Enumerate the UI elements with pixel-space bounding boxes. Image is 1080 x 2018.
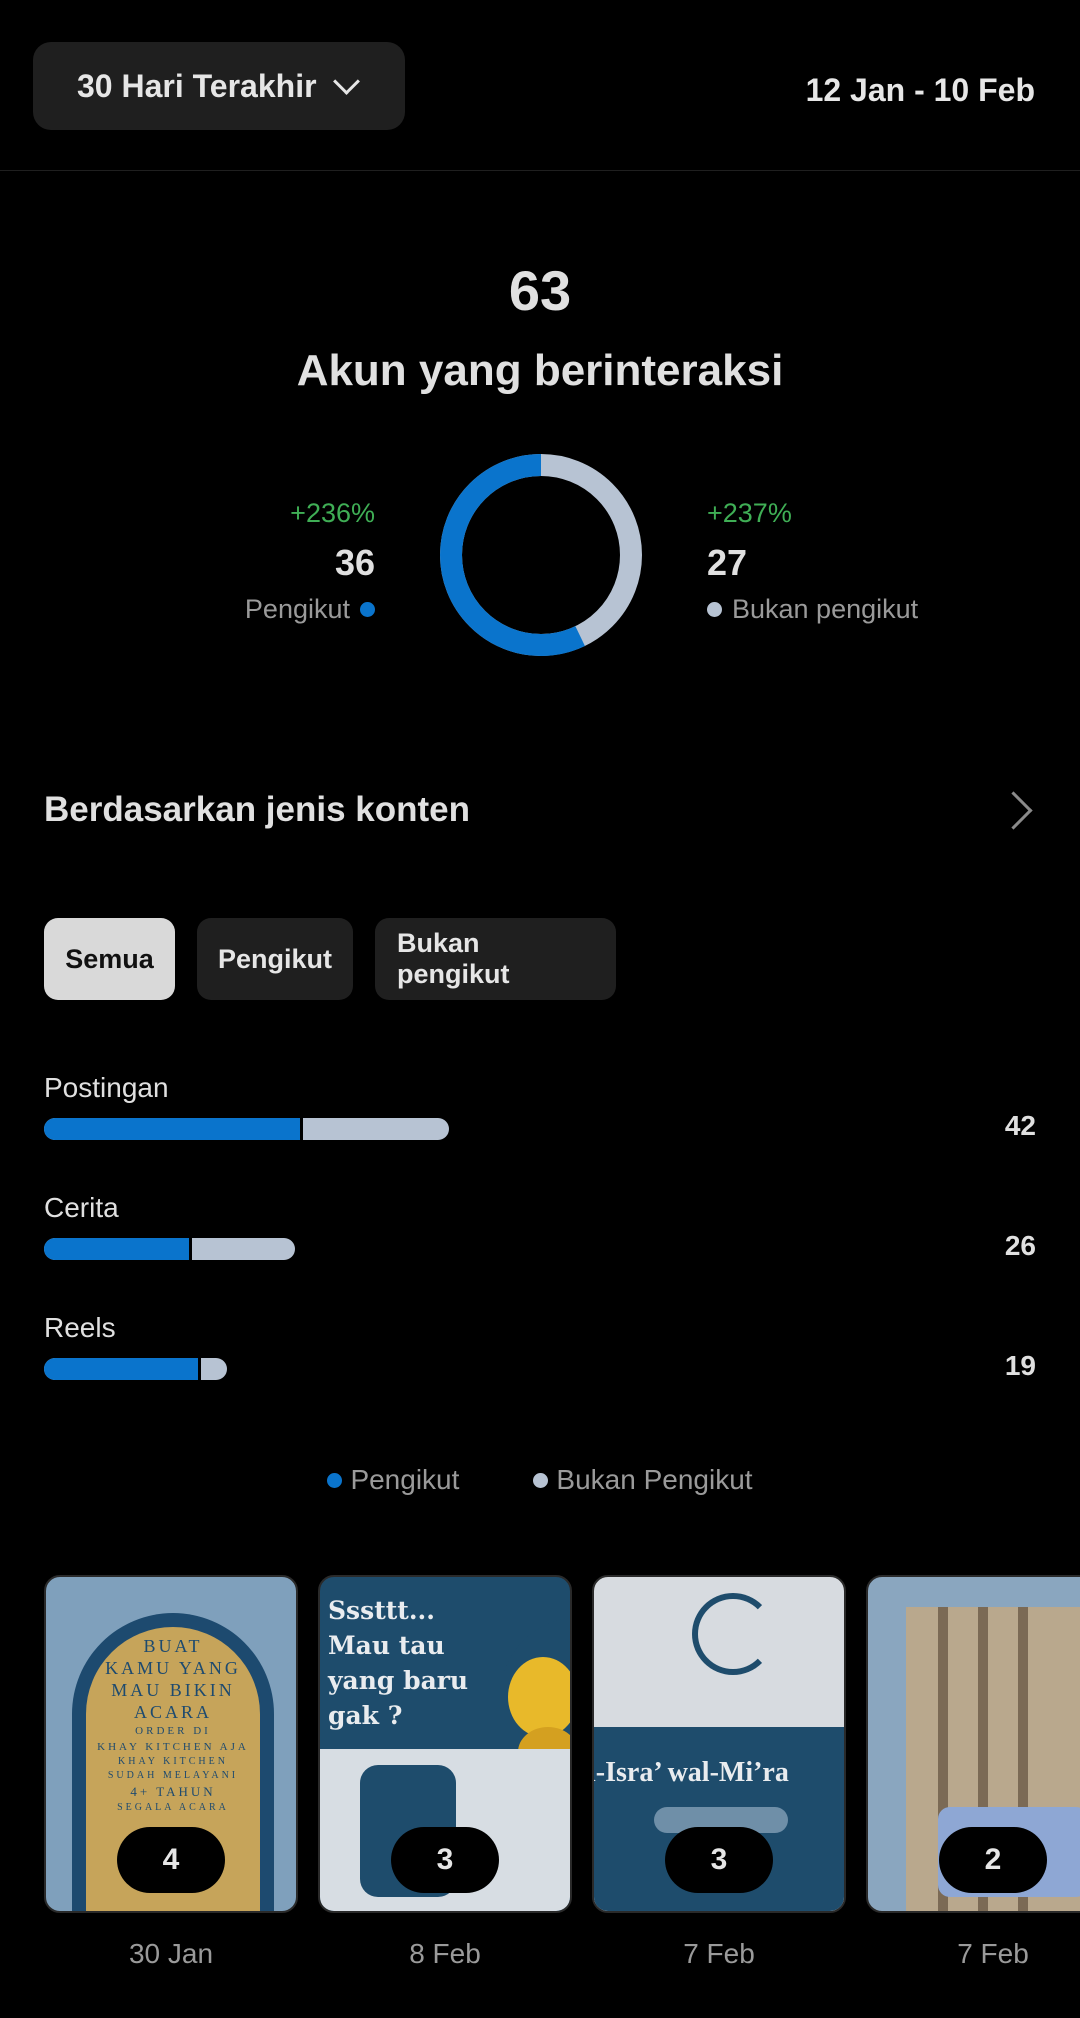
- content-thumbnail[interactable]: 2: [866, 1575, 1080, 1913]
- bar-followers: [44, 1118, 303, 1140]
- legend-followers-label: Pengikut: [350, 1464, 460, 1495]
- legend-non-followers-dot-icon: [533, 1472, 549, 1488]
- thumbnail-text-line: 4+ TAHUN: [130, 1784, 216, 1799]
- thumbnail-text-line: SEGALA ACARA: [117, 1802, 229, 1813]
- filter-followers[interactable]: Pengikut: [197, 918, 353, 1000]
- followers-change: +236%: [290, 498, 375, 528]
- chevron-down-icon: [332, 67, 360, 95]
- thumbnail-text: BUAT KAMU YANG MAU BIKIN ACARA ORDER DI …: [90, 1635, 256, 1815]
- chart-legend: Pengikut Bukan Pengikut: [0, 1464, 1080, 1496]
- content-type-section-title[interactable]: Berdasarkan jenis konten: [44, 790, 470, 830]
- followers-label: Pengikut: [245, 592, 375, 626]
- content-type-label: Reels: [44, 1312, 116, 1343]
- content-date: 7 Feb: [683, 1938, 755, 1969]
- date-range-dropdown[interactable]: 30 Hari Terakhir: [33, 42, 405, 130]
- legend-followers-dot-icon: [327, 1472, 343, 1488]
- chevron-right-icon[interactable]: [994, 791, 1033, 830]
- followers-donut-chart: [440, 454, 642, 656]
- date-range-text: 12 Jan - 10 Feb: [805, 72, 1035, 108]
- content-type-row: Postingan 42: [44, 1072, 1036, 1141]
- content-type-label: Cerita: [44, 1192, 119, 1223]
- bar-followers: [44, 1358, 201, 1380]
- followers-label-text: Pengikut: [244, 594, 350, 624]
- content-type-row: Cerita 26: [44, 1192, 1036, 1261]
- non-followers-change: +237%: [707, 498, 792, 528]
- thumbnail-text: Sssttt... Mau tau yang baru gak ?: [328, 1593, 498, 1733]
- interaction-count-badge: 2: [939, 1827, 1047, 1893]
- thumbnail-text-line: ACARA: [133, 1702, 212, 1722]
- content-date: 30 Jan: [128, 1938, 214, 1969]
- thumbnail-text-line: Mau tau: [328, 1631, 445, 1660]
- crescent-moon-icon: [692, 1593, 774, 1675]
- bar-non-followers: [44, 1118, 449, 1140]
- content-date: 7 Feb: [957, 1938, 1029, 1969]
- content-thumbnail[interactable]: Sssttt... Mau tau yang baru gak ? 3: [318, 1575, 572, 1913]
- followers-stat: +236% 36 Pengikut: [245, 496, 375, 626]
- thumbnail-text-line: BUAT: [143, 1636, 203, 1656]
- content-dates: 30 Jan 8 Feb 7 Feb 7 Feb: [44, 1938, 1080, 1970]
- thumbnail-text-line: ORDER DI: [135, 1725, 211, 1737]
- legend-non-followers: Bukan Pengikut: [533, 1464, 753, 1496]
- thumbnail-text-line: Sssttt...: [328, 1596, 435, 1625]
- top-bar: 30 Hari Terakhir 12 Jan - 10 Feb: [0, 0, 1080, 171]
- total-accounts-label: Akun yang berinteraksi: [296, 346, 784, 395]
- non-followers-label-text: Bukan pengikut: [732, 594, 919, 624]
- thumbnail-text-line: KHAY KITCHEN AJA: [97, 1741, 249, 1753]
- non-followers-label: Bukan pengikut: [707, 592, 918, 626]
- filter-all[interactable]: Semua: [44, 918, 175, 1000]
- interaction-count-badge: 4: [117, 1827, 225, 1893]
- thumbnail-text-line: SUDAH MELAYANI: [107, 1770, 239, 1781]
- content-type-value: 42: [1004, 1110, 1036, 1141]
- legend-non-followers-label: Bukan Pengikut: [556, 1464, 753, 1495]
- thumbnail-text-line: gak ?: [328, 1701, 403, 1730]
- non-followers-stat: +237% 27 Bukan pengikut: [707, 496, 918, 626]
- bar-non-followers: [44, 1238, 295, 1260]
- legend-followers: Pengikut: [327, 1464, 459, 1496]
- content-thumbnail[interactable]: l-Isra’ wal-Mi’ra 3: [592, 1575, 846, 1913]
- thumbnail-text-line: KHAY KITCHEN: [118, 1756, 228, 1767]
- interaction-count-badge: 3: [665, 1827, 773, 1893]
- audience-filter-tabs: Semua Pengikut Bukan pengikut: [44, 918, 616, 1000]
- bar-non-followers: [44, 1358, 227, 1380]
- content-date: 8 Feb: [409, 1938, 481, 1969]
- content-type-value: 19: [1004, 1350, 1036, 1381]
- thumbnail-art: [508, 1657, 570, 1737]
- thumbnail-text-line: KAMU YANG: [105, 1658, 241, 1678]
- thumbnail-text-line: yang baru: [328, 1666, 469, 1695]
- date-range-label: 30 Hari Terakhir: [77, 67, 317, 104]
- non-followers-dot-icon: [707, 601, 722, 617]
- content-type-value: 26: [1004, 1230, 1036, 1261]
- top-content-list: BUAT KAMU YANG MAU BIKIN ACARA ORDER DI …: [44, 1575, 1080, 1913]
- thumbnail-text: l-Isra’ wal-Mi’ra: [592, 1757, 789, 1788]
- content-type-label: Postingan: [44, 1072, 169, 1103]
- followers-dot-icon: [360, 601, 375, 617]
- filter-non-followers[interactable]: Bukan pengikut: [375, 918, 616, 1000]
- bar-followers: [44, 1238, 192, 1260]
- non-followers-count: 27: [707, 542, 748, 583]
- thumbnail-text-line: MAU BIKIN: [111, 1680, 235, 1700]
- content-thumbnail[interactable]: BUAT KAMU YANG MAU BIKIN ACARA ORDER DI …: [44, 1575, 298, 1913]
- total-accounts-engaged: 63: [508, 259, 572, 322]
- followers-count: 36: [334, 542, 375, 583]
- content-type-row: Reels 19: [44, 1312, 1036, 1381]
- interaction-count-badge: 3: [391, 1827, 499, 1893]
